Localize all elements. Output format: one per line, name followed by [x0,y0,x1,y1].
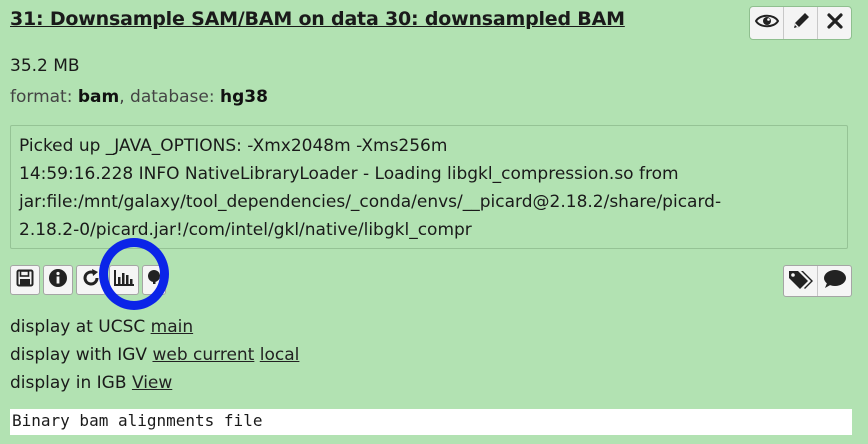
igb-label: display in IGB [10,373,127,393]
close-icon [826,13,843,33]
edit-button[interactable] [784,7,818,39]
visualize-button[interactable] [109,265,139,295]
pencil-icon [791,11,811,35]
igv-label: display with IGV [10,345,148,365]
delete-button[interactable] [818,7,851,39]
ucsc-label: display at UCSC [10,317,146,337]
rerun-icon [81,268,101,292]
help-icon [147,269,161,291]
igv-local-link[interactable]: local [260,345,300,365]
igb-view-link[interactable]: View [132,373,172,393]
peek-line: Picked up _JAVA_OPTIONS: -Xmx2048m -Xms2… [19,136,448,156]
details-button[interactable] [43,265,73,295]
download-button[interactable] [10,265,40,295]
peek-line: 2.18.2-0/picard.jar!/com/intel/gkl/nativ… [19,220,472,240]
help-button[interactable] [142,265,166,295]
display-links: display at UCSC main display with IGV we… [10,313,299,397]
format-label: format: [10,87,73,107]
dataset-tool-actions [10,265,166,295]
visualize-icon [113,269,135,291]
ucsc-display: display at UCSC main [10,313,299,341]
view-button[interactable] [750,7,784,39]
database-value: hg38 [219,87,268,107]
igv-web-current-link[interactable]: web current [152,345,254,365]
format-value: bam [77,87,120,107]
dataset-actions [749,6,852,40]
rerun-button[interactable] [76,265,106,295]
igv-display: display with IGV web current local [10,341,299,369]
dataset-title[interactable]: 31: Downsample SAM/BAM on data 30: downs… [10,8,625,30]
save-icon [16,269,34,291]
dataset-annotation-actions [783,265,852,297]
dataset-size: 35.2 MB [10,56,80,76]
peek-line: 14:59:16.228 INFO NativeLibraryLoader - … [19,164,679,184]
tags-button[interactable] [784,266,818,296]
comment-icon [823,269,847,293]
eye-icon [754,13,779,33]
database-label: , database: [119,87,215,107]
dataset-format-info: format: bam, database: hg38 [10,87,268,107]
annotation-button[interactable] [818,266,851,296]
tags-icon [788,269,814,293]
ucsc-main-link[interactable]: main [151,317,193,337]
dataset-info: Binary bam alignments file [10,409,852,435]
dataset-peek: Picked up _JAVA_OPTIONS: -Xmx2048m -Xms2… [10,125,848,249]
igb-display: display in IGB View [10,369,299,397]
info-icon [48,268,68,292]
peek-line: jar:file:/mnt/galaxy/tool_dependencies/_… [19,192,722,212]
